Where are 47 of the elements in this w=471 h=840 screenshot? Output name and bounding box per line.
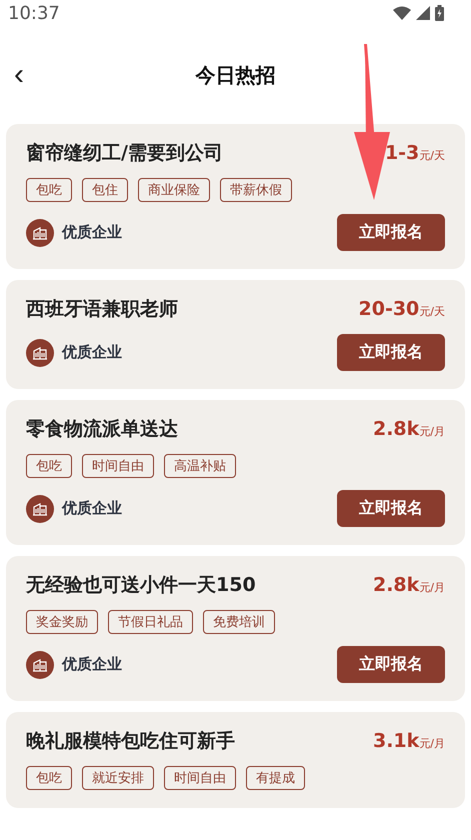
job-title: 窗帘缝纫工/需要到公司 (26, 141, 223, 166)
job-card[interactable]: 窗帘缝纫工/需要到公司 1-3元/天 包吃 包住 商业保险 带薪休假 优质企业 立即报名 (6, 124, 465, 269)
building-icon (26, 494, 54, 522)
job-title: 西班牙语兼职老师 (26, 297, 178, 322)
salary: 3.1k元/月 (372, 730, 445, 752)
apply-button[interactable]: 立即报名 (337, 334, 445, 371)
benefit-tag: 时间自由 (164, 766, 236, 790)
building-icon (26, 218, 54, 246)
apply-button[interactable]: 立即报名 (337, 646, 445, 683)
salary: 20-30元/天 (358, 298, 445, 320)
job-card[interactable]: 无经验也可送小件一天150 2.8k元/月 奖金奖励 节假日礼品 免费培训 优质企业 立即报名 (6, 556, 465, 701)
apply-button[interactable]: 立即报名 (337, 214, 445, 251)
job-card[interactable]: 晚礼服模特包吃住可新手 3.1k元/月 包吃 就近安排 时间自由 有提成 (6, 712, 465, 808)
wifi-icon (393, 6, 411, 20)
benefit-tag: 时间自由 (82, 454, 154, 478)
building-icon (26, 650, 54, 678)
building-icon (26, 338, 54, 366)
company-label: 优质企业 (62, 499, 122, 518)
company-label: 优质企业 (62, 655, 122, 674)
battery-icon (435, 5, 444, 21)
job-card[interactable]: 零食物流派单送达 2.8k元/月 包吃 时间自由 高温补贴 优质企业 立即报名 (6, 400, 465, 545)
benefit-tag: 商业保险 (138, 178, 210, 202)
benefit-tag: 奖金奖励 (26, 610, 98, 634)
salary: 1-3元/天 (384, 142, 445, 164)
company-label: 优质企业 (62, 223, 122, 242)
benefit-tag: 包吃 (26, 766, 72, 790)
benefit-tag: 免费培训 (203, 610, 275, 634)
benefit-tag: 带薪休假 (220, 178, 292, 202)
back-button[interactable]: ‹ (8, 58, 30, 92)
job-title: 晚礼服模特包吃住可新手 (26, 729, 235, 754)
benefit-tag: 包住 (82, 178, 128, 202)
benefit-tag: 节假日礼品 (108, 610, 193, 634)
signal-icon (416, 6, 430, 20)
status-time: 10:37 (8, 2, 60, 24)
job-card[interactable]: 西班牙语兼职老师 20-30元/天 优质企业 立即报名 (6, 280, 465, 389)
page-title: 今日热招 (196, 62, 276, 88)
benefit-tag: 高温补贴 (164, 454, 236, 478)
salary: 2.8k元/月 (372, 418, 445, 440)
benefit-tag: 包吃 (26, 454, 72, 478)
benefit-tag: 包吃 (26, 178, 72, 202)
apply-button[interactable]: 立即报名 (337, 490, 445, 527)
benefit-tag: 就近安排 (82, 766, 154, 790)
salary: 2.8k元/月 (372, 574, 445, 596)
company-label: 优质企业 (62, 343, 122, 362)
job-title: 无经验也可送小件一天150 (26, 573, 256, 598)
benefit-tag: 有提成 (246, 766, 305, 790)
job-title: 零食物流派单送达 (26, 417, 178, 442)
